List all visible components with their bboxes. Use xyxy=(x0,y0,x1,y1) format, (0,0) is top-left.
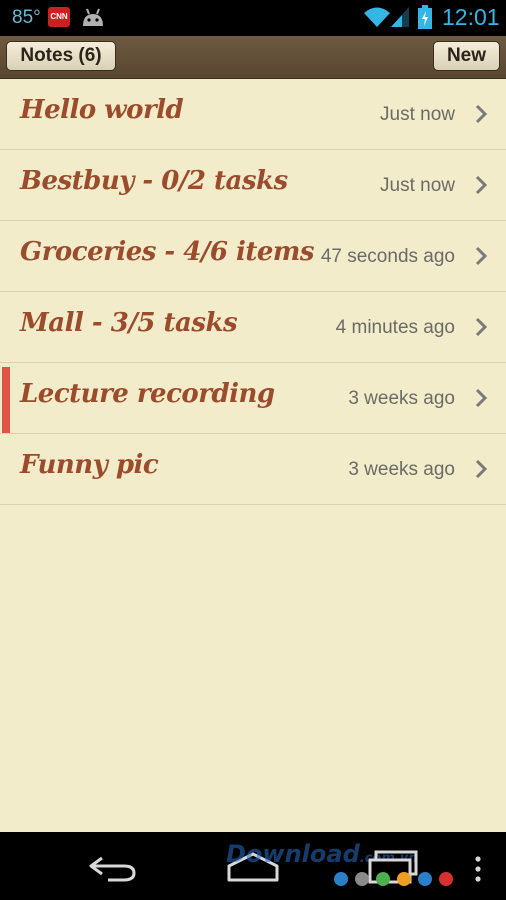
overflow-menu-icon[interactable] xyxy=(474,856,482,882)
navigation-bar: Download.com.vn xyxy=(0,832,506,900)
new-note-button[interactable]: New xyxy=(433,41,500,71)
chevron-right-icon xyxy=(475,317,487,337)
temperature-text: 85° xyxy=(12,7,41,28)
note-item-groceries[interactable]: Groceries - 4/6 items 47 seconds ago xyxy=(0,221,506,292)
clock-text: 12:01 xyxy=(442,4,500,30)
watermark-dots xyxy=(334,872,460,886)
note-timestamp: 3 weeks ago xyxy=(348,388,455,409)
watermark-text: Download xyxy=(226,840,360,868)
chevron-right-icon xyxy=(475,175,487,195)
signal-icon xyxy=(391,7,409,27)
watermark-dot xyxy=(418,872,432,886)
note-item-mall[interactable]: Mall - 3/5 tasks 4 minutes ago xyxy=(0,292,506,363)
watermark-dot xyxy=(376,872,390,886)
note-timestamp: Just now xyxy=(380,175,455,196)
note-timestamp: 3 weeks ago xyxy=(348,459,455,480)
note-item-funny-pic[interactable]: Funny pic 3 weeks ago xyxy=(0,434,506,505)
watermark-dot xyxy=(397,872,411,886)
watermark-dot xyxy=(439,872,453,886)
back-icon[interactable] xyxy=(88,854,138,882)
notes-count-button[interactable]: Notes (6) xyxy=(6,41,116,71)
chevron-right-icon xyxy=(475,246,487,266)
chevron-right-icon xyxy=(475,459,487,479)
cnn-icon: CNN xyxy=(48,7,70,27)
note-timestamp: 47 seconds ago xyxy=(320,246,455,267)
action-bar: Notes (6) New xyxy=(0,36,506,79)
note-item-hello-world[interactable]: Hello world Just now xyxy=(0,79,506,150)
wifi-icon xyxy=(364,7,390,27)
note-color-marker xyxy=(2,367,10,433)
note-item-bestbuy[interactable]: Bestbuy - 0/2 tasks Just now xyxy=(0,150,506,221)
note-timestamp: 4 minutes ago xyxy=(335,317,455,338)
note-title: Mall - 3/5 tasks xyxy=(20,308,238,338)
watermark-dot xyxy=(355,872,369,886)
note-item-lecture-recording[interactable]: Lecture recording 3 weeks ago xyxy=(0,363,506,434)
battery-icon xyxy=(418,5,432,29)
chevron-right-icon xyxy=(475,104,487,124)
note-title: Lecture recording xyxy=(20,379,275,409)
note-title: Hello world xyxy=(20,95,184,125)
note-timestamp: Just now xyxy=(380,104,455,125)
note-title: Groceries - 4/6 items xyxy=(20,237,315,267)
android-icon xyxy=(83,8,103,26)
note-title: Funny pic xyxy=(20,450,159,480)
watermark-dot xyxy=(334,872,348,886)
chevron-right-icon xyxy=(475,388,487,408)
note-title: Bestbuy - 0/2 tasks xyxy=(20,166,288,196)
status-bar: 85° CNN 12:01 xyxy=(0,0,506,36)
note-list: Hello world Just now Bestbuy - 0/2 tasks… xyxy=(0,79,506,505)
notes-list-area: Hello world Just now Bestbuy - 0/2 tasks… xyxy=(0,79,506,832)
